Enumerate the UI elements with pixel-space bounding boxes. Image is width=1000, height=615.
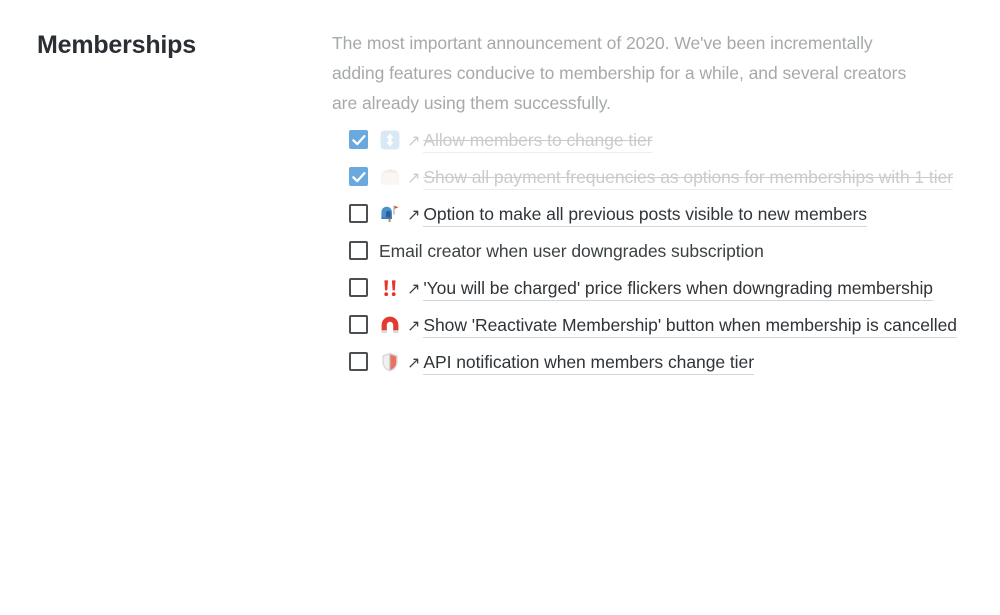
checklist-item-label: Email creator when user downgrades subsc… xyxy=(379,241,764,261)
checklist-item-link[interactable]: Show 'Reactivate Membership' button when… xyxy=(423,315,957,338)
open-mailbox-raised-flag-emoji xyxy=(379,203,401,225)
checkbox-unchecked[interactable] xyxy=(349,241,368,260)
checklist-item-link[interactable]: 'You will be charged' price flickers whe… xyxy=(423,278,933,301)
roadmap-section: Memberships The most important announcem… xyxy=(0,0,1000,615)
external-link-arrow-icon: ↗ xyxy=(407,347,420,378)
checklist-item-link[interactable]: Option to make all previous posts visibl… xyxy=(423,204,867,227)
external-link-arrow-icon: ↗ xyxy=(407,125,420,156)
checklist-item-link[interactable]: Allow members to change tier xyxy=(423,130,652,153)
external-link-arrow-icon: ↗ xyxy=(407,310,420,341)
double-exclamation-mark-emoji xyxy=(379,277,401,299)
checklist-item-text: ↗Allow members to change tier xyxy=(407,125,960,156)
checkbox-unchecked[interactable] xyxy=(349,315,368,334)
shield-emoji xyxy=(379,351,401,373)
checklist-item-link[interactable]: API notification when members change tie… xyxy=(423,352,754,375)
checklist-item[interactable]: ↗Show 'Reactivate Membership' button whe… xyxy=(349,310,960,341)
checklist-item-text: ↗Option to make all previous posts visib… xyxy=(407,199,960,230)
checkbox-checked[interactable] xyxy=(349,130,368,149)
checklist-item-text: Email creator when user downgrades subsc… xyxy=(379,236,939,267)
checklist-item-link[interactable]: Show all payment frequencies as options … xyxy=(423,167,953,190)
checklist-item[interactable]: ↗'You will be charged' price flickers wh… xyxy=(349,273,960,304)
checklist-item[interactable]: ↗API notification when members change ti… xyxy=(349,347,960,378)
page-title: Memberships xyxy=(37,28,332,61)
checkbox-unchecked[interactable] xyxy=(349,278,368,297)
section-left-column: Memberships xyxy=(0,28,332,615)
checklist-item-text: ↗Show 'Reactivate Membership' button whe… xyxy=(407,310,960,341)
feature-checklist: ↗Allow members to change tier↗Show all p… xyxy=(332,125,960,378)
checklist-item-text: ↗Show all payment frequencies as options… xyxy=(407,162,960,193)
section-description: The most important announcement of 2020.… xyxy=(332,28,924,118)
checklist-item[interactable]: ↗Show all payment frequencies as options… xyxy=(349,162,960,193)
checkbox-checked[interactable] xyxy=(349,167,368,186)
checklist-item[interactable]: Email creator when user downgrades subsc… xyxy=(349,236,960,267)
section-right-column: The most important announcement of 2020.… xyxy=(332,28,1000,615)
checklist-item[interactable]: ↗Option to make all previous posts visib… xyxy=(349,199,960,230)
checkbox-unchecked[interactable] xyxy=(349,352,368,371)
card-index-dividers-emoji xyxy=(379,166,401,188)
checkbox-unchecked[interactable] xyxy=(349,204,368,223)
external-link-arrow-icon: ↗ xyxy=(407,199,420,230)
checklist-item-text: ↗'You will be charged' price flickers wh… xyxy=(407,273,960,304)
magnet-emoji xyxy=(379,314,401,336)
checklist-item-text: ↗API notification when members change ti… xyxy=(407,347,960,378)
external-link-arrow-icon: ↗ xyxy=(407,162,420,193)
external-link-arrow-icon: ↗ xyxy=(407,273,420,304)
arrow-up-down-emoji xyxy=(379,129,401,151)
checklist-item[interactable]: ↗Allow members to change tier xyxy=(349,125,960,156)
